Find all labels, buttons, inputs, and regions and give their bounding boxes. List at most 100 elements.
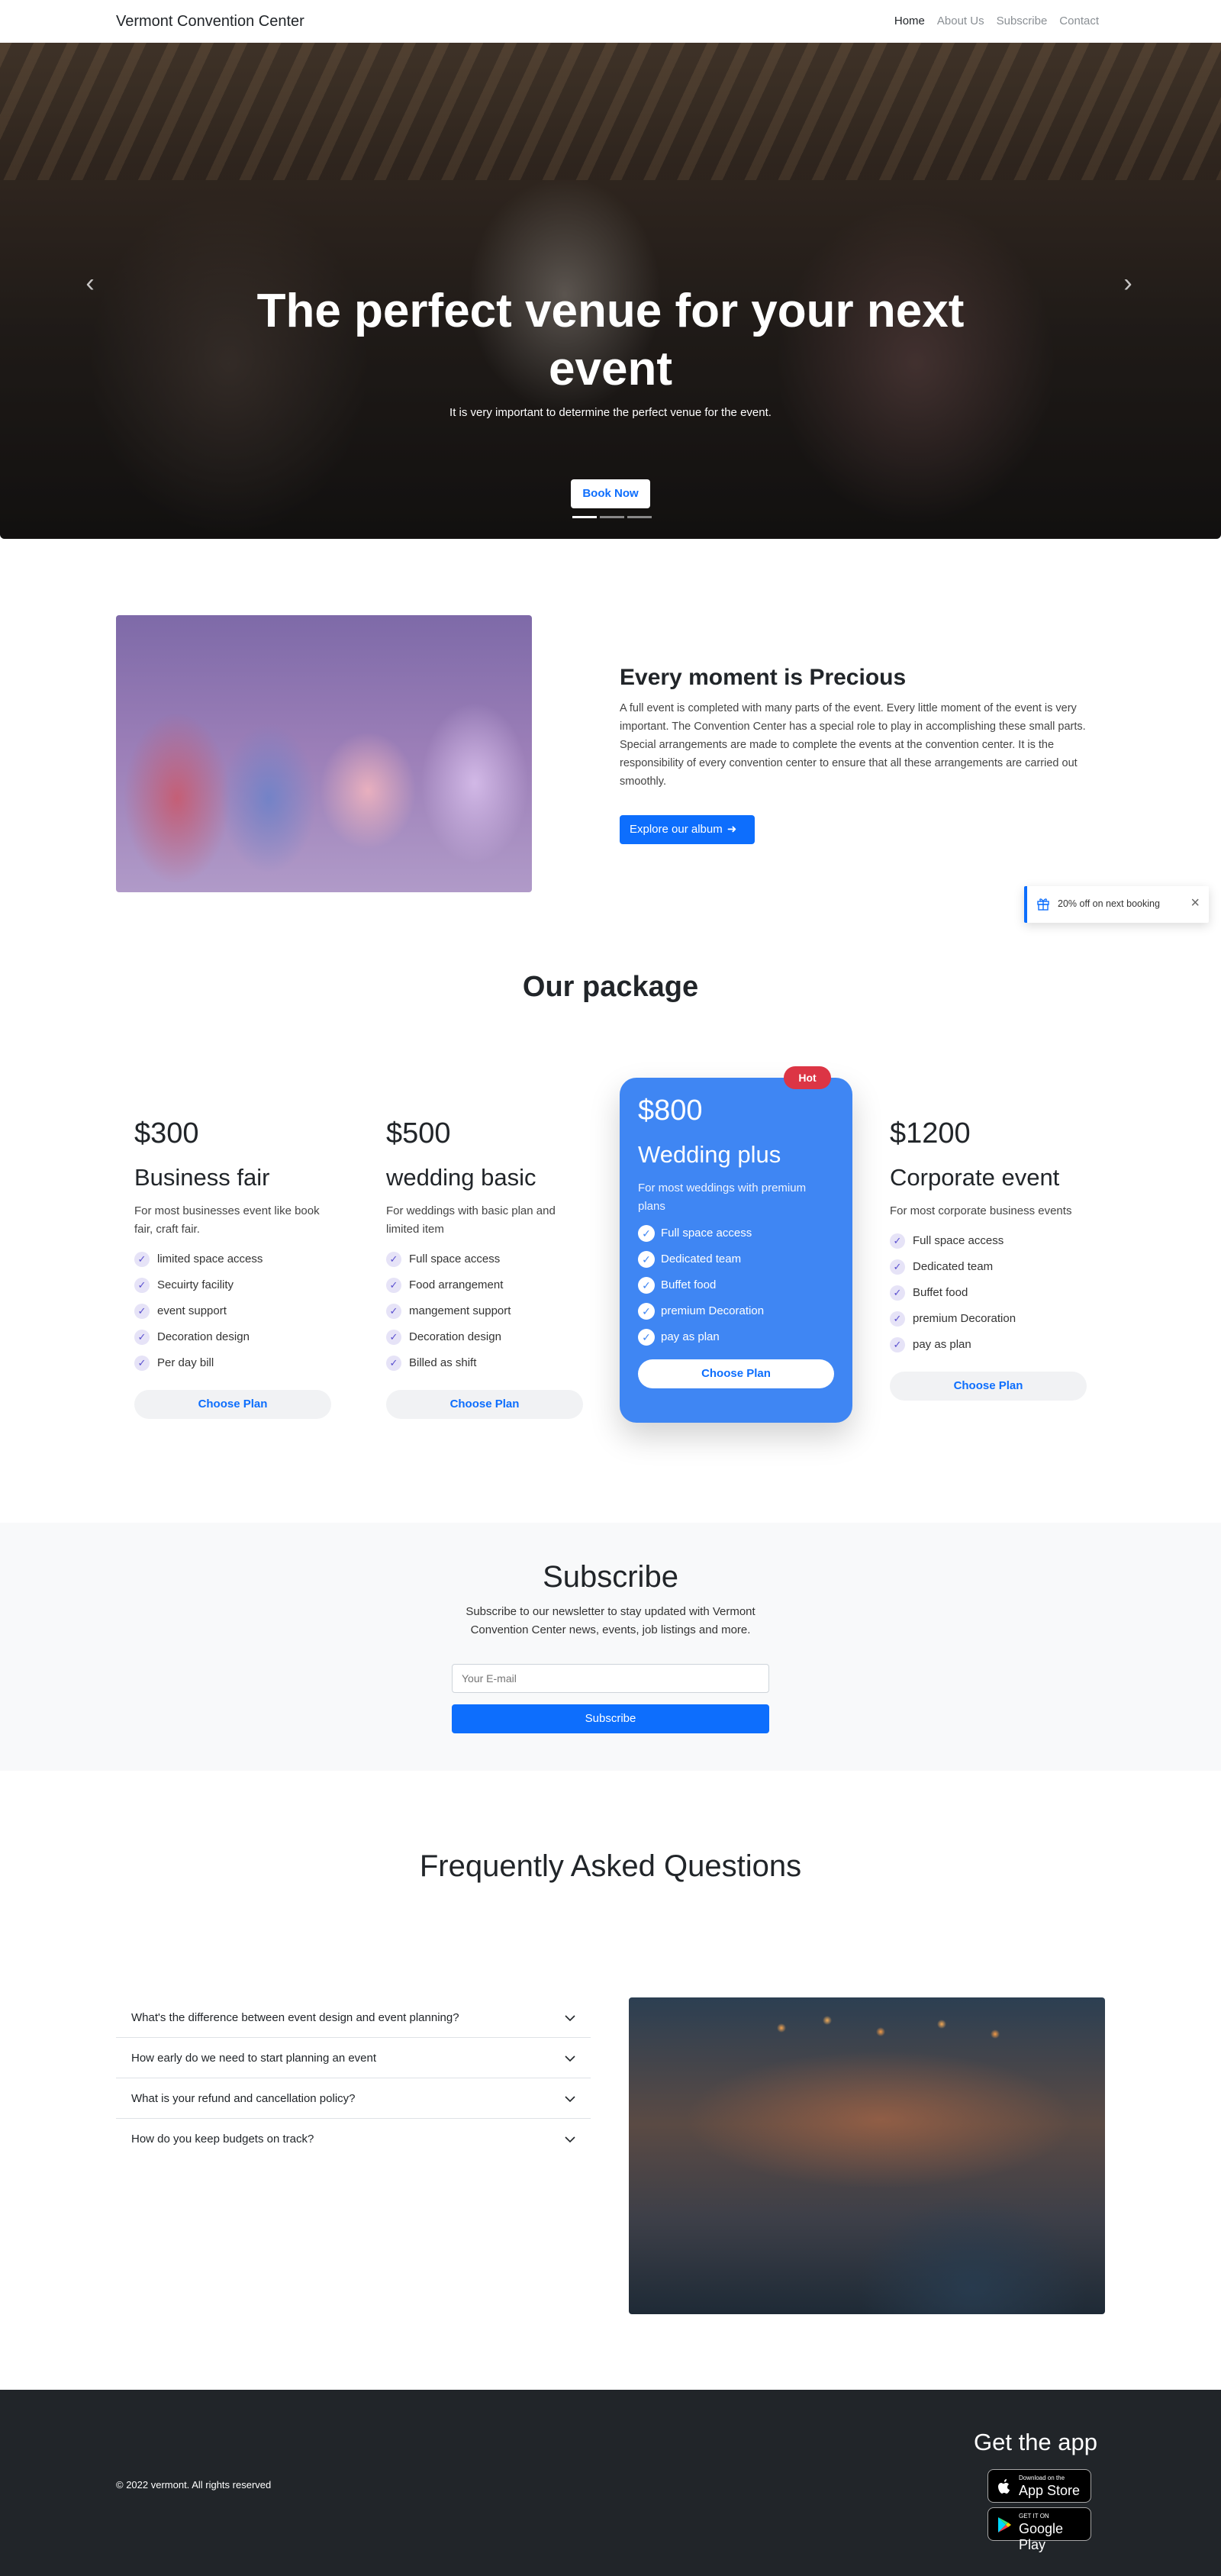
- check-icon: ✓: [134, 1330, 150, 1345]
- feature-list: ✓ Full space access ✓ Dedicated team ✓ Buff…: [890, 1228, 1088, 1358]
- navbar: Vermont Convention Center Home About Us …: [0, 0, 1221, 43]
- feature-item: ✓ Dedicated team: [890, 1254, 1088, 1280]
- feature-item: ✓ Full space access: [386, 1246, 585, 1272]
- feature-item: ✓ limited space access: [134, 1246, 333, 1272]
- carousel-indicator-1[interactable]: [572, 516, 597, 518]
- check-circle-icon: ✓: [638, 1251, 655, 1268]
- check-icon: ✓: [890, 1337, 905, 1352]
- carousel-indicators: [572, 516, 652, 518]
- choose-plan-button[interactable]: Choose Plan: [386, 1390, 583, 1419]
- choose-plan-button[interactable]: Choose Plan: [638, 1359, 834, 1388]
- check-icon: ✓: [134, 1356, 150, 1371]
- faq-item[interactable]: What's the difference between event desi…: [116, 1997, 591, 2038]
- google-play-button[interactable]: GET IT ON Google Play: [987, 2507, 1091, 2552]
- google-play-icon: [998, 2517, 1011, 2532]
- faq-item[interactable]: How early do we need to start planning a…: [116, 2038, 591, 2078]
- package-desc: For weddings with basic plan and limited…: [386, 1204, 556, 1236]
- email-input[interactable]: [452, 1664, 769, 1693]
- copyright-text: © 2022 vermont. All rights reserved: [116, 2479, 272, 2491]
- faq-item[interactable]: How do you keep budgets on track?: [116, 2119, 591, 2159]
- feature-item: ✓ Secuirty facility: [134, 1272, 333, 1298]
- nav-link-contact[interactable]: Contact: [1059, 15, 1099, 27]
- package-card-business-fair: $300 Business fair For most businesses e…: [134, 1117, 333, 1419]
- feature-item: ✓ Per day bill: [134, 1350, 333, 1376]
- package-price: $1200: [890, 1117, 971, 1149]
- feature-list: ✓ Full space access ✓ Dedicated team ✓ Buff…: [638, 1220, 834, 1350]
- google-play-small-text: GET IT ON: [1019, 2513, 1049, 2520]
- feature-item: ✓ Full space access: [890, 1228, 1088, 1254]
- about-text: A full event is completed with many part…: [620, 702, 1086, 788]
- packages-title: Our package: [522, 971, 699, 1003]
- check-icon: ✓: [890, 1285, 905, 1301]
- hero-carousel: ‹ › The perfect venue for your next even…: [0, 43, 1221, 539]
- chevron-right-icon[interactable]: ›: [1116, 270, 1139, 296]
- nav-link-about[interactable]: About Us: [937, 15, 984, 27]
- wedding-photo: [116, 615, 532, 892]
- faq-item[interactable]: What is your refund and cancellation pol…: [116, 2078, 591, 2119]
- check-icon: ✓: [134, 1304, 150, 1319]
- feature-item: ✓ Billed as shift: [386, 1350, 585, 1376]
- chevron-left-icon[interactable]: ‹: [79, 270, 101, 296]
- chevron-down-icon: [565, 2015, 575, 2022]
- subscribe-text: Subscribe to our newsletter to stay upda…: [466, 1605, 755, 1636]
- package-price: $500: [386, 1117, 451, 1149]
- about-title: Every moment is Precious: [620, 665, 907, 690]
- feature-item: ✓ mangement support: [386, 1298, 585, 1324]
- check-icon: ✓: [386, 1330, 401, 1345]
- nav-link-home[interactable]: Home: [894, 15, 925, 27]
- close-icon[interactable]: ×: [1190, 895, 1200, 912]
- app-store-big-text: App Store: [1019, 2483, 1081, 2498]
- chevron-down-icon: [565, 2096, 575, 2103]
- package-name: Wedding plus: [638, 1141, 781, 1168]
- package-desc: For most corporate business events: [890, 1204, 1072, 1217]
- check-icon: ✓: [386, 1252, 401, 1267]
- package-price: $300: [134, 1117, 199, 1149]
- app-store-small-text: Download on the: [1019, 2474, 1065, 2481]
- nav-link-subscribe[interactable]: Subscribe: [997, 15, 1048, 27]
- package-card-wedding-plus: $800 Wedding plus For most weddings with…: [620, 1078, 852, 1423]
- feature-item: ✓ Dedicated team: [638, 1246, 834, 1272]
- gift-icon: [1037, 898, 1049, 911]
- check-icon: ✓: [890, 1233, 905, 1249]
- feature-item: ✓ pay as plan: [890, 1332, 1088, 1358]
- feature-item: ✓ Decoration design: [134, 1324, 333, 1350]
- feature-item: ✓ Buffet food: [890, 1280, 1088, 1306]
- explore-album-button[interactable]: Explore our album ➜: [620, 815, 755, 844]
- check-icon: ✓: [386, 1356, 401, 1371]
- hero-subtitle: It is very important to determine the pe…: [449, 406, 772, 419]
- subscribe-button[interactable]: Subscribe: [452, 1704, 769, 1733]
- nav-links: Home About Us Subscribe Contact: [894, 15, 1099, 27]
- feature-item: ✓ premium Decoration: [638, 1298, 834, 1324]
- package-name: Business fair: [134, 1164, 270, 1191]
- package-card-wedding-basic: $500 wedding basic For weddings with bas…: [386, 1117, 585, 1419]
- app-store-button[interactable]: Download on the App Store: [987, 2469, 1091, 2503]
- choose-plan-button[interactable]: Choose Plan: [134, 1390, 331, 1419]
- feature-item: ✓ Food arrangement: [386, 1272, 585, 1298]
- check-icon: ✓: [134, 1252, 150, 1267]
- choose-plan-button[interactable]: Choose Plan: [890, 1372, 1087, 1401]
- carousel-indicator-3[interactable]: [627, 516, 652, 518]
- apple-icon: [998, 2479, 1010, 2494]
- book-now-button[interactable]: Book Now: [571, 479, 650, 508]
- feature-list: ✓ Full space access ✓ Food arrangement ✓ ma…: [386, 1246, 585, 1376]
- check-icon: ✓: [890, 1259, 905, 1275]
- faq-question: What's the difference between event desi…: [131, 2011, 459, 2024]
- chevron-down-icon: [565, 2055, 575, 2062]
- check-circle-icon: ✓: [638, 1225, 655, 1242]
- get-app-title: Get the app: [974, 2429, 1098, 2455]
- feature-item: ✓ pay as plan: [638, 1324, 834, 1350]
- package-name: wedding basic: [386, 1164, 536, 1191]
- google-play-big-text: Google Play: [1019, 2521, 1064, 2552]
- feature-item: ✓ event support: [134, 1298, 333, 1324]
- carousel-indicator-2[interactable]: [600, 516, 624, 518]
- check-icon: ✓: [134, 1278, 150, 1293]
- faq-question: What is your refund and cancellation pol…: [131, 2092, 356, 2105]
- check-circle-icon: ✓: [638, 1303, 655, 1320]
- hero-title: The perfect venue for your next event: [256, 285, 965, 395]
- feature-item: ✓ premium Decoration: [890, 1306, 1088, 1332]
- package-card-corporate-event: $1200 Corporate event For most corporate…: [890, 1117, 1088, 1401]
- check-icon: ✓: [386, 1278, 401, 1293]
- faq-title: Frequently Asked Questions: [419, 1849, 802, 1883]
- check-circle-icon: ✓: [638, 1277, 655, 1294]
- brand-logo[interactable]: Vermont Convention Center: [116, 13, 304, 31]
